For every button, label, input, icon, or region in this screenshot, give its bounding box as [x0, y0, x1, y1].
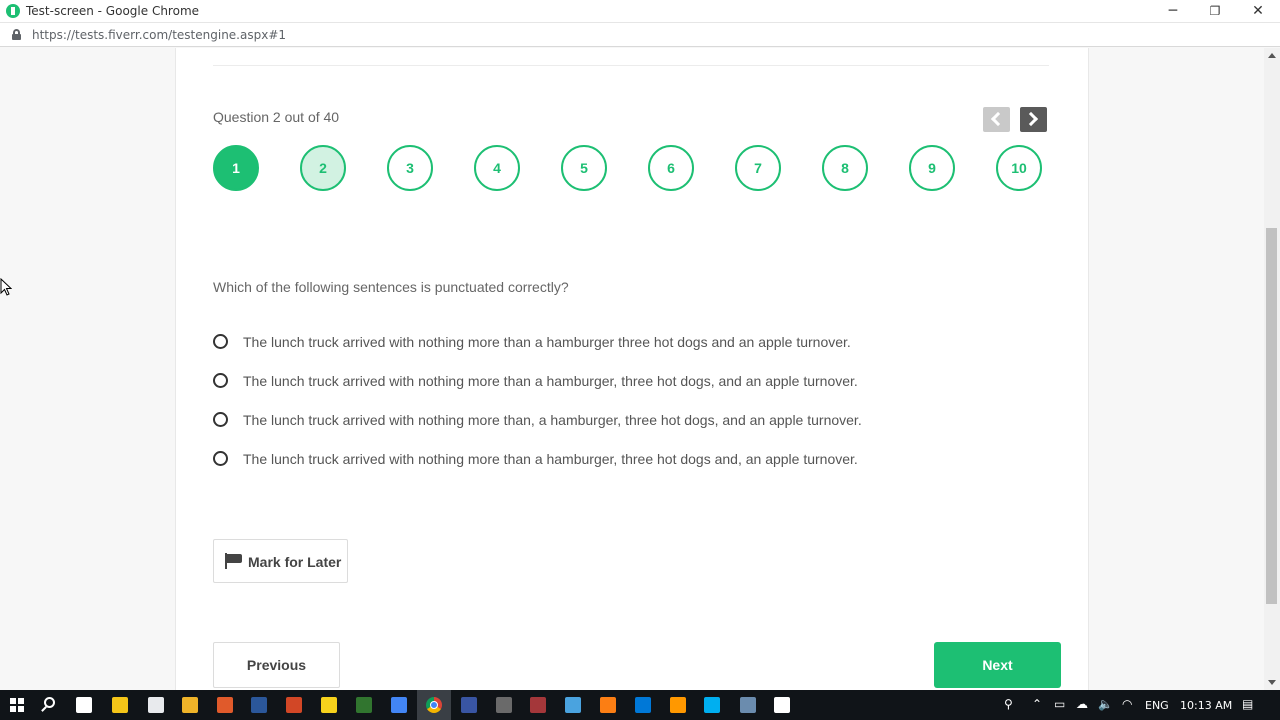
radio-button[interactable]	[213, 373, 228, 388]
wifi-icon[interactable]: ◠	[1122, 697, 1132, 711]
flag-icon	[225, 553, 243, 569]
window-title: Test-screen - Google Chrome	[26, 4, 200, 18]
scroll-up-arrow-icon[interactable]	[1268, 53, 1276, 58]
question-number-6[interactable]: 6	[648, 145, 694, 191]
browser-title-bar: Test-screen - Google Chrome ─ ❐ ✕	[0, 0, 1280, 23]
vscode-icon[interactable]	[670, 697, 686, 713]
question-number-10[interactable]: 10	[996, 145, 1042, 191]
vertical-scrollbar[interactable]	[1264, 48, 1280, 690]
test-card: Question 2 out of 40 1 2 3 4 5 6 7 8 9 10 Which o…	[175, 48, 1089, 690]
vlc-icon[interactable]	[251, 697, 267, 713]
task-view-icon[interactable]	[76, 697, 92, 713]
paint-icon[interactable]	[217, 697, 233, 713]
chevron-left-icon	[990, 111, 1006, 127]
volume-icon[interactable]: 🔈	[1098, 697, 1113, 711]
page-viewport: Question 2 out of 40 1 2 3 4 5 6 7 8 9 10 Which o…	[0, 48, 1264, 690]
question-number-2[interactable]: 2	[300, 145, 346, 191]
onedrive-icon[interactable]: ☁	[1076, 697, 1088, 711]
address-bar[interactable]: https://tests.fiverr.com/testengine.aspx…	[0, 23, 1280, 47]
sticky-notes-icon[interactable]	[356, 697, 372, 713]
question-text: Which of the following sentences is punc…	[213, 279, 569, 295]
next-question-arrow-button[interactable]	[1020, 107, 1047, 132]
divider	[213, 65, 1049, 66]
powerpoint-icon[interactable]	[321, 697, 337, 713]
scrollbar-thumb[interactable]	[1266, 228, 1277, 604]
excel-icon[interactable]	[461, 697, 477, 713]
show-hidden-icons-icon[interactable]: ⌃	[1032, 697, 1042, 711]
question-number-1[interactable]: 1	[213, 145, 259, 191]
skype-icon[interactable]	[740, 697, 756, 713]
option-label[interactable]: The lunch truck arrived with nothing mor…	[243, 412, 862, 428]
fiverr-favicon-icon	[6, 4, 20, 18]
notifications-icon[interactable]: ▤	[1242, 697, 1253, 711]
mark-for-later-label: Mark for Later	[248, 554, 342, 570]
file-explorer-icon[interactable]	[148, 697, 164, 713]
question-number-3[interactable]: 3	[387, 145, 433, 191]
people-icon[interactable]: ⚲	[1004, 697, 1013, 711]
lock-icon	[12, 29, 21, 40]
minimize-button[interactable]: ─	[1152, 0, 1194, 22]
question-counter: Question 2 out of 40	[213, 109, 340, 125]
next-button[interactable]: Next	[934, 642, 1061, 688]
scroll-down-arrow-icon[interactable]	[1268, 680, 1276, 685]
restore-button[interactable]: ❐	[1194, 0, 1236, 22]
xampp-icon[interactable]	[635, 697, 651, 713]
clock[interactable]: 10:13 AM	[1180, 699, 1232, 712]
prev-question-arrow-button[interactable]	[983, 107, 1010, 132]
question-number-4[interactable]: 4	[474, 145, 520, 191]
search-icon[interactable]	[44, 697, 55, 708]
terminal-icon[interactable]	[774, 697, 790, 713]
windows-taskbar: ⚲ ⌃ ▭ ☁ 🔈 ◠ ENG 10:13 AM ▤	[0, 690, 1280, 720]
language-indicator[interactable]: ENG	[1145, 699, 1169, 712]
sublime-icon[interactable]	[704, 697, 720, 713]
battery-icon[interactable]: ▭	[1054, 697, 1065, 711]
snipping-tool-icon[interactable]	[600, 697, 616, 713]
close-window-button[interactable]: ✕	[1237, 0, 1279, 22]
question-number-8[interactable]: 8	[822, 145, 868, 191]
question-number-5[interactable]: 5	[561, 145, 607, 191]
word-icon[interactable]	[286, 697, 302, 713]
question-number-9[interactable]: 9	[909, 145, 955, 191]
url-text[interactable]: https://tests.fiverr.com/testengine.aspx…	[32, 28, 286, 42]
radio-button[interactable]	[213, 412, 228, 427]
chrome-icon[interactable]	[417, 690, 451, 720]
access-icon[interactable]	[565, 697, 581, 713]
chevron-right-icon	[1023, 111, 1039, 127]
windows-start-icon[interactable]	[10, 698, 24, 712]
mark-for-later-button[interactable]: Mark for Later	[213, 539, 348, 583]
option-label[interactable]: The lunch truck arrived with nothing mor…	[243, 373, 858, 389]
mouse-cursor-icon	[0, 278, 12, 296]
settings-icon[interactable]	[530, 697, 546, 713]
visio-icon[interactable]	[496, 697, 512, 713]
project-icon[interactable]	[391, 697, 407, 713]
radio-button[interactable]	[213, 334, 228, 349]
option-label[interactable]: The lunch truck arrived with nothing mor…	[243, 334, 851, 350]
option-label[interactable]: The lunch truck arrived with nothing mor…	[243, 451, 858, 467]
radio-button[interactable]	[213, 451, 228, 466]
calculator-icon[interactable]	[182, 697, 198, 713]
store-icon[interactable]	[112, 697, 128, 713]
previous-button[interactable]: Previous	[213, 642, 340, 688]
question-number-7[interactable]: 7	[735, 145, 781, 191]
